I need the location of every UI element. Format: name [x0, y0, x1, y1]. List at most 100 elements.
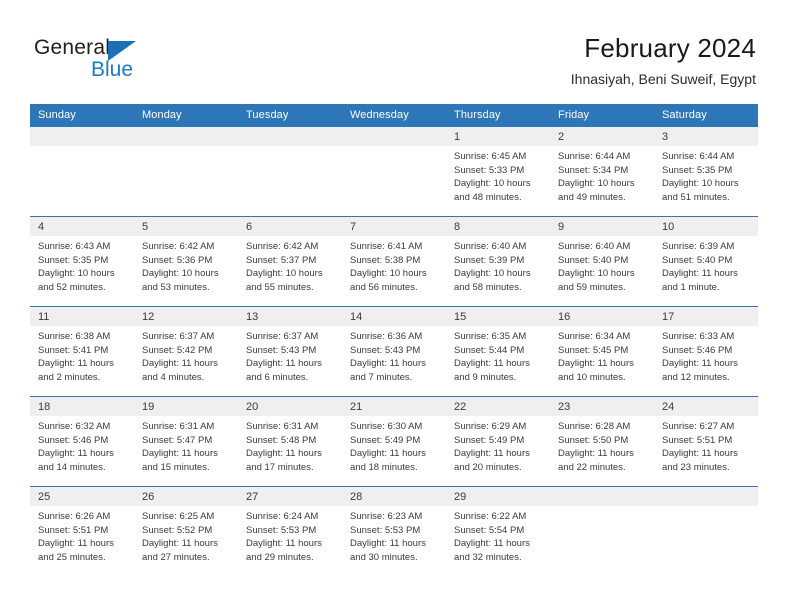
- daylight-text-line1: Daylight: 10 hours: [246, 268, 323, 280]
- calendar-day-cell[interactable]: 4 Sunrise: 6:43 AM Sunset: 5:35 PM Daylight…: [30, 216, 134, 307]
- day-details: Sunrise: 6:31 AM Sunset: 5:47 PM Daylight:…: [134, 416, 238, 474]
- calendar-day-cell[interactable]: 23 Sunrise: 6:28 AM Sunset: 5:50 PM Dayligh…: [550, 396, 654, 487]
- day-details: Sunrise: 6:34 AM Sunset: 5:45 PM Daylight:…: [550, 326, 654, 384]
- calendar-day-cell[interactable]: 10 Sunrise: 6:39 AM Sunset: 5:40 PM Dayligh…: [654, 216, 758, 307]
- day-number: 9: [550, 217, 654, 236]
- calendar-day-cell[interactable]: 19 Sunrise: 6:31 AM Sunset: 5:47 PM Dayligh…: [134, 396, 238, 487]
- daylight-text-line1: Daylight: 11 hours: [558, 448, 634, 460]
- sunset-text: Sunset: 5:45 PM: [558, 344, 629, 356]
- daylight-text-line2: and 30 minutes.: [350, 551, 418, 563]
- weekday-header-tuesday: Tuesday: [238, 104, 342, 127]
- sunset-text: Sunset: 5:40 PM: [558, 254, 629, 266]
- calendar-day-cell[interactable]: 15 Sunrise: 6:35 AM Sunset: 5:44 PM Dayligh…: [446, 306, 550, 397]
- sunrise-text: Sunrise: 6:25 AM: [142, 511, 215, 522]
- calendar-week-row: 4 Sunrise: 6:43 AM Sunset: 5:35 PM Daylight…: [30, 216, 758, 307]
- day-number: 16: [550, 307, 654, 326]
- calendar-day-cell[interactable]: 6 Sunrise: 6:42 AM Sunset: 5:37 PM Daylight…: [238, 216, 342, 307]
- daylight-text-line1: Daylight: 11 hours: [350, 448, 426, 460]
- sunrise-text: Sunrise: 6:39 AM: [662, 241, 735, 252]
- weekday-header-saturday: Saturday: [654, 104, 758, 127]
- general-blue-logo[interactable]: General Blue: [34, 36, 234, 88]
- logo-text-blue: Blue: [91, 58, 134, 81]
- calendar-week-row: 11 Sunrise: 6:38 AM Sunset: 5:41 PM Dayligh…: [30, 306, 758, 397]
- sunset-text: Sunset: 5:53 PM: [246, 524, 317, 536]
- sunset-text: Sunset: 5:54 PM: [454, 524, 525, 536]
- day-number: 21: [342, 397, 446, 416]
- calendar-day-cell[interactable]: 17 Sunrise: 6:33 AM Sunset: 5:46 PM Dayligh…: [654, 306, 758, 397]
- sunset-text: Sunset: 5:35 PM: [662, 164, 733, 176]
- calendar-day-cell[interactable]: 28 Sunrise: 6:23 AM Sunset: 5:53 PM Dayligh…: [342, 486, 446, 577]
- daylight-text-line1: Daylight: 11 hours: [246, 538, 322, 550]
- calendar-day-cell[interactable]: 16 Sunrise: 6:34 AM Sunset: 5:45 PM Dayligh…: [550, 306, 654, 397]
- daylight-text-line1: Daylight: 11 hours: [350, 358, 426, 370]
- daylight-text-line2: and 20 minutes.: [454, 461, 522, 473]
- calendar-cell-empty: [550, 486, 654, 577]
- day-number: 18: [30, 397, 134, 416]
- sunset-text: Sunset: 5:36 PM: [142, 254, 213, 266]
- daylight-text-line1: Daylight: 10 hours: [38, 268, 115, 280]
- sunset-text: Sunset: 5:46 PM: [38, 434, 109, 446]
- sunrise-text: Sunrise: 6:37 AM: [142, 331, 215, 342]
- day-number: 10: [654, 217, 758, 236]
- calendar-day-cell[interactable]: 12 Sunrise: 6:37 AM Sunset: 5:42 PM Dayligh…: [134, 306, 238, 397]
- calendar-day-cell[interactable]: 3 Sunrise: 6:44 AM Sunset: 5:35 PM Daylight…: [654, 126, 758, 217]
- calendar-day-cell[interactable]: 7 Sunrise: 6:41 AM Sunset: 5:38 PM Daylight…: [342, 216, 446, 307]
- sunrise-text: Sunrise: 6:24 AM: [246, 511, 319, 522]
- sunset-text: Sunset: 5:42 PM: [142, 344, 213, 356]
- daylight-text-line1: Daylight: 10 hours: [454, 178, 531, 190]
- day-details: Sunrise: 6:25 AM Sunset: 5:52 PM Daylight:…: [134, 506, 238, 564]
- sunrise-text: Sunrise: 6:32 AM: [38, 421, 111, 432]
- daylight-text-line1: Daylight: 11 hours: [454, 538, 530, 550]
- calendar-day-cell[interactable]: 21 Sunrise: 6:30 AM Sunset: 5:49 PM Dayligh…: [342, 396, 446, 487]
- calendar-day-cell[interactable]: 25 Sunrise: 6:26 AM Sunset: 5:51 PM Dayligh…: [30, 486, 134, 577]
- day-number: 11: [30, 307, 134, 326]
- day-number: 1: [446, 127, 550, 146]
- day-details: Sunrise: 6:45 AM Sunset: 5:33 PM Daylight:…: [446, 146, 550, 204]
- calendar-day-cell[interactable]: 14 Sunrise: 6:36 AM Sunset: 5:43 PM Dayligh…: [342, 306, 446, 397]
- sunset-text: Sunset: 5:53 PM: [350, 524, 421, 536]
- daylight-text-line2: and 58 minutes.: [454, 281, 522, 293]
- daylight-text-line2: and 56 minutes.: [350, 281, 418, 293]
- day-details: Sunrise: 6:42 AM Sunset: 5:37 PM Daylight:…: [238, 236, 342, 294]
- logo-text-general: General: [34, 36, 111, 59]
- day-number: 5: [134, 217, 238, 236]
- sunrise-text: Sunrise: 6:27 AM: [662, 421, 735, 432]
- daylight-text-line1: Daylight: 10 hours: [142, 268, 219, 280]
- calendar-day-cell[interactable]: 18 Sunrise: 6:32 AM Sunset: 5:46 PM Dayligh…: [30, 396, 134, 487]
- calendar-day-cell[interactable]: 24 Sunrise: 6:27 AM Sunset: 5:51 PM Dayligh…: [654, 396, 758, 487]
- sunrise-text: Sunrise: 6:29 AM: [454, 421, 527, 432]
- day-number: 20: [238, 397, 342, 416]
- calendar-day-cell[interactable]: 11 Sunrise: 6:38 AM Sunset: 5:41 PM Dayligh…: [30, 306, 134, 397]
- sunrise-text: Sunrise: 6:43 AM: [38, 241, 111, 252]
- daylight-text-line1: Daylight: 11 hours: [662, 448, 738, 460]
- sunset-text: Sunset: 5:43 PM: [350, 344, 421, 356]
- calendar-day-cell[interactable]: 8 Sunrise: 6:40 AM Sunset: 5:39 PM Daylight…: [446, 216, 550, 307]
- day-details: Sunrise: 6:37 AM Sunset: 5:42 PM Daylight:…: [134, 326, 238, 384]
- day-details: Sunrise: 6:22 AM Sunset: 5:54 PM Daylight:…: [446, 506, 550, 564]
- day-number: 26: [134, 487, 238, 506]
- sunrise-text: Sunrise: 6:38 AM: [38, 331, 111, 342]
- calendar-day-cell[interactable]: 29 Sunrise: 6:22 AM Sunset: 5:54 PM Dayligh…: [446, 486, 550, 577]
- calendar-day-cell[interactable]: 9 Sunrise: 6:40 AM Sunset: 5:40 PM Daylight…: [550, 216, 654, 307]
- day-details: Sunrise: 6:42 AM Sunset: 5:36 PM Daylight:…: [134, 236, 238, 294]
- day-details: Sunrise: 6:36 AM Sunset: 5:43 PM Daylight:…: [342, 326, 446, 384]
- daylight-text-line1: Daylight: 11 hours: [246, 358, 322, 370]
- day-details: Sunrise: 6:33 AM Sunset: 5:46 PM Daylight:…: [654, 326, 758, 384]
- sunrise-text: Sunrise: 6:35 AM: [454, 331, 527, 342]
- calendar-day-cell[interactable]: 22 Sunrise: 6:29 AM Sunset: 5:49 PM Dayligh…: [446, 396, 550, 487]
- day-number: 13: [238, 307, 342, 326]
- calendar-day-cell[interactable]: 1 Sunrise: 6:45 AM Sunset: 5:33 PM Daylight…: [446, 126, 550, 217]
- daylight-text-line2: and 27 minutes.: [142, 551, 210, 563]
- calendar-body: 1 Sunrise: 6:45 AM Sunset: 5:33 PM Daylight…: [30, 126, 758, 577]
- calendar-day-cell[interactable]: 20 Sunrise: 6:31 AM Sunset: 5:48 PM Dayligh…: [238, 396, 342, 487]
- calendar-day-cell[interactable]: 2 Sunrise: 6:44 AM Sunset: 5:34 PM Daylight…: [550, 126, 654, 217]
- calendar-day-cell[interactable]: 13 Sunrise: 6:37 AM Sunset: 5:43 PM Dayligh…: [238, 306, 342, 397]
- calendar-day-cell[interactable]: 5 Sunrise: 6:42 AM Sunset: 5:36 PM Daylight…: [134, 216, 238, 307]
- calendar-day-cell[interactable]: 26 Sunrise: 6:25 AM Sunset: 5:52 PM Dayligh…: [134, 486, 238, 577]
- daylight-text-line2: and 2 minutes.: [38, 371, 101, 383]
- day-details: Sunrise: 6:35 AM Sunset: 5:44 PM Daylight:…: [446, 326, 550, 384]
- daylight-text-line2: and 17 minutes.: [246, 461, 314, 473]
- daylight-text-line2: and 55 minutes.: [246, 281, 314, 293]
- sunset-text: Sunset: 5:39 PM: [454, 254, 525, 266]
- calendar-day-cell[interactable]: 27 Sunrise: 6:24 AM Sunset: 5:53 PM Dayligh…: [238, 486, 342, 577]
